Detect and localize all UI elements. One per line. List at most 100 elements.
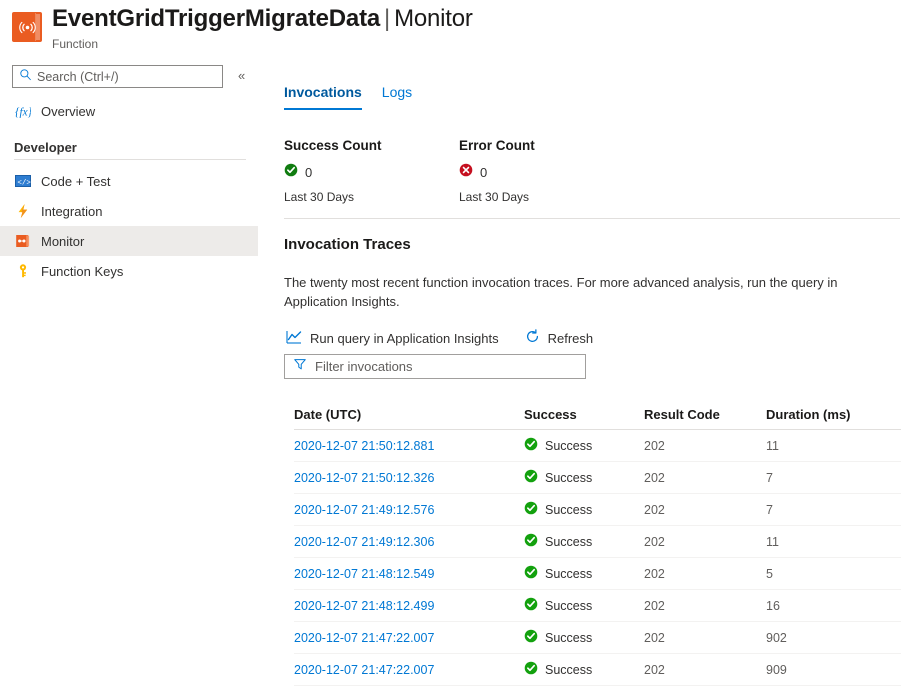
code-brackets-icon: </>	[14, 173, 31, 190]
invocation-traces-description: The twenty most recent function invocati…	[284, 273, 879, 311]
table-row[interactable]: 2020-12-07 21:47:22.007 Success 202 902	[294, 622, 901, 654]
table-row[interactable]: 2020-12-07 21:47:22.007 Success 202 909	[294, 654, 901, 686]
cell-duration: 16	[766, 599, 901, 613]
cell-date-link[interactable]: 2020-12-07 21:47:22.007	[294, 663, 524, 677]
page-title: EventGridTriggerMigrateData|Monitor Func…	[52, 4, 473, 51]
cell-success-label: Success	[545, 471, 592, 485]
cell-success-label: Success	[545, 663, 592, 677]
cell-duration: 11	[766, 439, 901, 453]
cell-result-code: 202	[644, 567, 766, 581]
sidebar-item-label: Code + Test	[41, 173, 111, 190]
function-fx-icon: {fx}	[14, 103, 31, 120]
cell-date-link[interactable]: 2020-12-07 21:50:12.326	[294, 471, 524, 485]
metric-title: Success Count	[284, 138, 459, 153]
cell-date-link[interactable]: 2020-12-07 21:48:12.499	[294, 599, 524, 613]
azure-portal-blade: EventGridTriggerMigrateData|Monitor Func…	[0, 0, 901, 688]
cell-date-link[interactable]: 2020-12-07 21:50:12.881	[294, 439, 524, 453]
search-icon	[19, 68, 32, 86]
success-check-icon	[524, 533, 538, 550]
cell-success: Success	[524, 661, 644, 678]
search-input[interactable]	[37, 70, 216, 84]
metric-error-count: Error Count 0 Last 30 Days	[459, 138, 634, 204]
tool-button-label: Refresh	[548, 331, 594, 346]
success-check-icon	[524, 597, 538, 614]
table-row[interactable]: 2020-12-07 21:49:12.576 Success 202 7	[294, 494, 901, 526]
run-query-app-insights-button[interactable]: Run query in Application Insights	[284, 327, 501, 350]
metric-subtitle: Last 30 Days	[284, 190, 459, 204]
nav-list: {fx} Overview Developer </> Code + Test	[0, 96, 258, 286]
tab-label: Logs	[382, 84, 412, 100]
cell-success-label: Success	[545, 503, 592, 517]
table-header-row: Date (UTC) Success Result Code Duration …	[294, 400, 901, 430]
table-row[interactable]: 2020-12-07 21:50:12.881 Success 202 11	[294, 430, 901, 462]
sidebar-item-overview[interactable]: {fx} Overview	[0, 96, 258, 126]
table-row[interactable]: 2020-12-07 21:50:12.326 Success 202 7	[294, 462, 901, 494]
tab-invocations[interactable]: Invocations	[284, 83, 372, 110]
cell-success-label: Success	[545, 599, 592, 613]
function-app-icon	[12, 12, 42, 42]
cell-result-code: 202	[644, 503, 766, 517]
invocations-table: Date (UTC) Success Result Code Duration …	[294, 400, 901, 686]
collapse-nav-icon[interactable]: «	[238, 66, 245, 86]
cell-date-link[interactable]: 2020-12-07 21:47:22.007	[294, 631, 524, 645]
cell-duration: 909	[766, 663, 901, 677]
monitor-book-icon	[14, 233, 31, 250]
svg-text:{fx}: {fx}	[15, 106, 31, 118]
column-header-duration[interactable]: Duration (ms)	[766, 407, 901, 422]
tab-logs[interactable]: Logs	[372, 83, 422, 110]
cell-success: Success	[524, 629, 644, 646]
sidebar-item-label: Integration	[41, 203, 102, 220]
table-row[interactable]: 2020-12-07 21:48:12.499 Success 202 16	[294, 590, 901, 622]
cell-result-code: 202	[644, 439, 766, 453]
sidebar-item-integration[interactable]: Integration	[0, 196, 258, 226]
cell-success: Success	[524, 533, 644, 550]
filter-invocations-input[interactable]	[315, 359, 573, 374]
column-header-success[interactable]: Success	[524, 407, 644, 422]
success-check-icon	[524, 565, 538, 582]
cell-result-code: 202	[644, 599, 766, 613]
funnel-filter-icon	[293, 357, 307, 376]
sidebar-item-monitor[interactable]: Monitor	[0, 226, 258, 256]
metric-success-count: Success Count 0 Last 30 Days	[284, 138, 459, 204]
cell-success-label: Success	[545, 439, 592, 453]
cell-duration: 902	[766, 631, 901, 645]
cell-date-link[interactable]: 2020-12-07 21:49:12.306	[294, 535, 524, 549]
metric-value: 0	[305, 165, 312, 180]
refresh-button[interactable]: Refresh	[523, 326, 596, 350]
cell-success: Success	[524, 597, 644, 614]
cell-success-label: Success	[545, 631, 592, 645]
cell-success: Success	[524, 437, 644, 454]
monitor-content-pane: Invocations Logs Success Count 0	[258, 58, 901, 688]
sidebar-item-function-keys[interactable]: Function Keys	[0, 256, 258, 286]
cell-result-code: 202	[644, 535, 766, 549]
table-row[interactable]: 2020-12-07 21:48:12.549 Success 202 5	[294, 558, 901, 590]
invocation-traces-title: Invocation Traces	[284, 236, 411, 253]
metric-subtitle: Last 30 Days	[459, 190, 634, 204]
search-input-wrapper[interactable]	[12, 65, 223, 88]
column-header-date[interactable]: Date (UTC)	[294, 407, 524, 422]
table-row[interactable]: 2020-12-07 21:49:12.306 Success 202 11	[294, 526, 901, 558]
cell-result-code: 202	[644, 631, 766, 645]
metrics-summary: Success Count 0 Last 30 Days Error Count	[284, 138, 634, 204]
tab-label: Invocations	[284, 84, 362, 100]
cell-date-link[interactable]: 2020-12-07 21:49:12.576	[294, 503, 524, 517]
column-header-result-code[interactable]: Result Code	[644, 407, 766, 422]
metric-value: 0	[480, 165, 487, 180]
sidebar-item-label: Monitor	[41, 233, 84, 250]
title-separator: |	[380, 5, 394, 32]
cell-success-label: Success	[545, 535, 592, 549]
key-icon	[14, 263, 31, 280]
cell-date-link[interactable]: 2020-12-07 21:48:12.549	[294, 567, 524, 581]
filter-invocations-wrapper[interactable]	[284, 354, 586, 379]
section-divider	[284, 218, 900, 219]
left-nav-sidebar: « {fx} Overview Developer </>	[0, 58, 258, 688]
sidebar-item-code-test[interactable]: </> Code + Test	[0, 166, 258, 196]
success-check-icon	[284, 163, 298, 182]
cell-result-code: 202	[644, 471, 766, 485]
success-check-icon	[524, 501, 538, 518]
cell-duration: 11	[766, 535, 901, 549]
cell-success: Success	[524, 469, 644, 486]
cell-success-label: Success	[545, 567, 592, 581]
tool-button-label: Run query in Application Insights	[310, 331, 499, 346]
cell-duration: 7	[766, 471, 901, 485]
